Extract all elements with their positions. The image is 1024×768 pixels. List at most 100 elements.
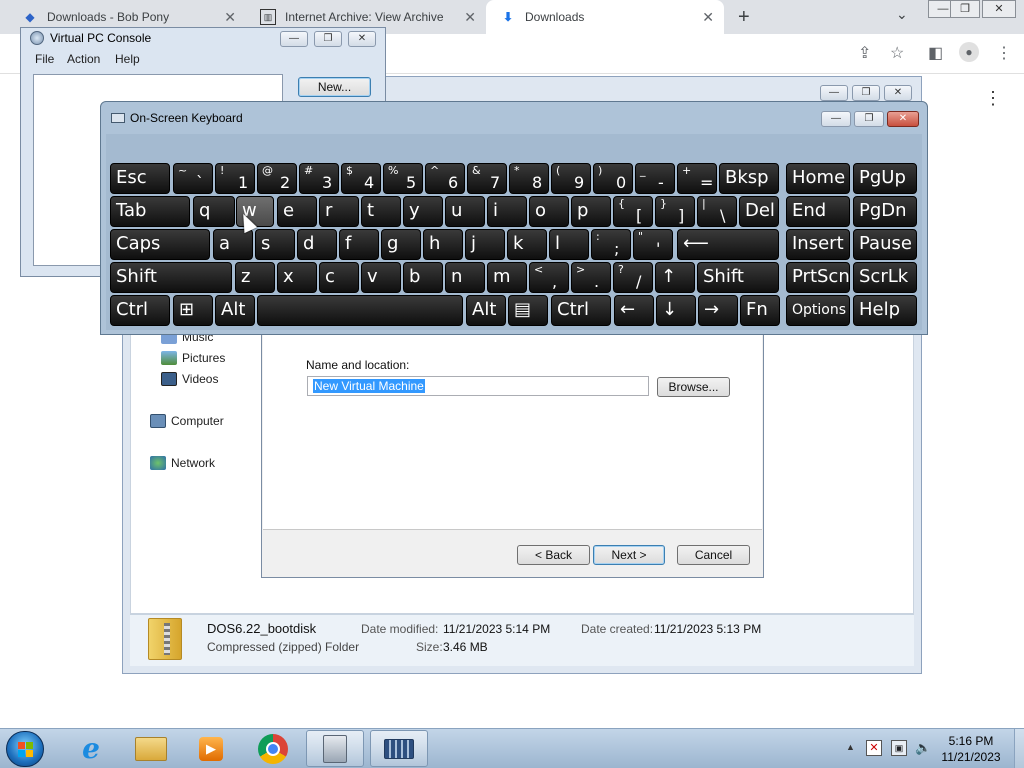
chrome-icon[interactable] xyxy=(244,730,302,767)
virtual-pc-icon[interactable] xyxy=(306,730,364,767)
osk-key-g[interactable]: g xyxy=(381,229,421,260)
osk-key-7[interactable]: & 7 xyxy=(467,163,507,194)
menu-icon[interactable]: ⋮ xyxy=(996,43,1012,63)
osk-key-pgdn[interactable]: PgDn xyxy=(853,196,917,227)
volume-muted-icon[interactable]: 🔈 xyxy=(915,740,931,756)
next-button[interactable]: Next > xyxy=(593,545,665,565)
osk-key-[interactable]: " ' xyxy=(633,229,673,260)
osk-key-[interactable]: <, xyxy=(529,262,569,293)
osk-key-f[interactable]: f xyxy=(339,229,379,260)
osk-key-e[interactable]: e xyxy=(277,196,317,227)
osk-key-[interactable]: ← xyxy=(614,295,654,326)
back-button[interactable]: < Back xyxy=(517,545,590,565)
osk-key-4[interactable]: $4 xyxy=(341,163,381,194)
media-player-icon[interactable]: ▶ xyxy=(182,730,240,767)
share-icon[interactable]: ⇪ xyxy=(858,43,871,63)
on-screen-keyboard-icon[interactable] xyxy=(370,730,428,767)
tab-search-button[interactable]: ⌄ xyxy=(896,6,908,23)
osk-key-t[interactable]: t xyxy=(361,196,401,227)
osk-key-pause[interactable]: Pause xyxy=(853,229,917,260)
osk-key-h[interactable]: h xyxy=(423,229,463,260)
osk-key-p[interactable]: p xyxy=(571,196,611,227)
osk-key-q[interactable]: q xyxy=(193,196,235,227)
internet-explorer-icon[interactable]: e xyxy=(62,730,120,767)
osk-key-ctrl[interactable]: Ctrl xyxy=(551,295,611,326)
network-status-icon[interactable]: ▣ xyxy=(891,740,907,756)
osk-key-esc[interactable]: Esc xyxy=(110,163,170,194)
nav-item-computer[interactable]: Computer xyxy=(150,414,224,428)
nav-item-videos[interactable]: Videos xyxy=(161,372,218,386)
osk-key-5[interactable]: % 5 xyxy=(383,163,423,194)
osk-key-caps[interactable]: Caps xyxy=(110,229,210,260)
show-desktop-button[interactable] xyxy=(1014,729,1024,768)
osk-key-m[interactable]: m xyxy=(487,262,527,293)
downloads-page-menu-icon[interactable]: ⋮ xyxy=(984,88,1002,109)
osk-key-[interactable]: ~ ` xyxy=(173,163,213,194)
osk-key-8[interactable]: * 8 xyxy=(509,163,549,194)
osk-key-3[interactable]: #3 xyxy=(299,163,339,194)
osk-key-insert[interactable]: Insert xyxy=(786,229,850,260)
browser-maximize-button[interactable]: ❐ xyxy=(950,0,980,18)
osk-key-v[interactable]: v xyxy=(361,262,401,293)
star-icon[interactable]: ☆ xyxy=(890,43,904,63)
osk-key-b[interactable]: b xyxy=(403,262,443,293)
osk-key-y[interactable]: y xyxy=(403,196,443,227)
tab-downloads[interactable]: ⬇ Downloads ✕ xyxy=(486,0,724,34)
vpc-menu-file[interactable]: File xyxy=(35,52,54,66)
osk-key-1[interactable]: ! 1 xyxy=(215,163,255,194)
osk-key-c[interactable]: c xyxy=(319,262,359,293)
osk-key-[interactable]: ↑ xyxy=(655,262,695,293)
osk-key-r[interactable]: r xyxy=(319,196,359,227)
osk-key-space[interactable] xyxy=(257,295,463,326)
osk-key-u[interactable]: u xyxy=(445,196,485,227)
osk-key-end[interactable]: End xyxy=(786,196,850,227)
osk-key-application[interactable]: ▤ xyxy=(508,295,548,326)
osk-key-l[interactable]: l xyxy=(549,229,589,260)
vpc-menu-help[interactable]: Help xyxy=(115,52,140,66)
osk-key-windows[interactable]: ⊞ xyxy=(173,295,213,326)
osk-key-s[interactable]: s xyxy=(255,229,295,260)
vpc-minimize-button[interactable]: — xyxy=(280,31,308,47)
osk-key-alt[interactable]: Alt xyxy=(466,295,506,326)
vpc-menu-action[interactable]: Action xyxy=(67,52,100,66)
osk-key-help[interactable]: Help xyxy=(853,295,917,326)
osk-key-[interactable]: _ - xyxy=(635,163,675,194)
explorer-minimize-button[interactable]: — xyxy=(820,85,848,101)
osk-key-home[interactable]: Home xyxy=(786,163,850,194)
osk-key-2[interactable]: @2 xyxy=(257,163,297,194)
close-tab-icon[interactable]: ✕ xyxy=(464,9,476,26)
osk-key-prtscn[interactable]: PrtScn xyxy=(786,262,850,293)
osk-key-[interactable]: → xyxy=(698,295,738,326)
osk-key-enter[interactable]: ⟵ xyxy=(677,229,779,260)
osk-key-fn[interactable]: Fn xyxy=(740,295,780,326)
osk-close-button[interactable]: ✕ xyxy=(887,111,919,127)
osk-key-alt[interactable]: Alt xyxy=(215,295,255,326)
osk-key-[interactable]: :; xyxy=(591,229,631,260)
osk-key-[interactable]: {[ xyxy=(613,196,653,227)
explorer-close-button[interactable]: ✕ xyxy=(884,85,912,101)
new-tab-button[interactable]: + xyxy=(738,6,750,29)
osk-key-scrlk[interactable]: ScrLk xyxy=(853,262,917,293)
osk-key-o[interactable]: o xyxy=(529,196,569,227)
start-orb-icon[interactable] xyxy=(6,731,44,767)
close-tab-icon[interactable]: ✕ xyxy=(224,9,236,26)
osk-key-del[interactable]: Del xyxy=(739,196,779,227)
nav-item-pictures[interactable]: Pictures xyxy=(161,351,225,365)
osk-key-a[interactable]: a xyxy=(213,229,253,260)
action-center-icon[interactable]: ✕ xyxy=(866,740,882,756)
osk-key-9[interactable]: (9 xyxy=(551,163,591,194)
vm-name-input[interactable]: New Virtual Machine xyxy=(307,376,649,396)
osk-key-j[interactable]: j xyxy=(465,229,505,260)
browser-close-button[interactable]: ✕ xyxy=(982,0,1016,18)
nav-item-network[interactable]: Network xyxy=(150,456,215,470)
osk-key-[interactable]: ? / xyxy=(613,262,653,293)
osk-key-x[interactable]: x xyxy=(277,262,317,293)
osk-key-6[interactable]: ^ 6 xyxy=(425,163,465,194)
browse-button[interactable]: Browse... xyxy=(657,377,730,397)
file-explorer-icon[interactable] xyxy=(122,730,180,767)
taskbar-clock[interactable]: 5:16 PM 11/21/2023 xyxy=(936,733,1006,765)
vpc-new-button[interactable]: New... xyxy=(298,77,371,97)
osk-key-shift[interactable]: Shift xyxy=(110,262,232,293)
explorer-maximize-button[interactable]: ❐ xyxy=(852,85,880,101)
osk-key-bksp[interactable]: Bksp xyxy=(719,163,779,194)
